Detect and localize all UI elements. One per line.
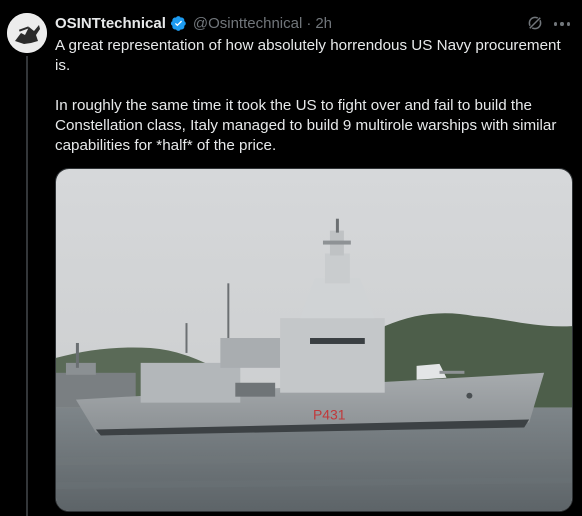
timestamp[interactable]: 2h [315, 15, 332, 32]
grok-icon[interactable] [526, 14, 544, 32]
avatar[interactable] [7, 13, 47, 53]
author-handle[interactable]: @Osinttechnical [193, 15, 302, 32]
hull-number: P431 [313, 407, 346, 423]
warship-photo: P431 [56, 169, 572, 511]
author-display-name[interactable]: OSINTtechnical [55, 15, 166, 32]
avatar-image [7, 13, 47, 53]
separator-dot: · [306, 14, 312, 32]
tweet-header: OSINTtechnical @Osinttechnical · 2h [55, 13, 332, 33]
thread-line [26, 56, 28, 516]
tweet-text: A great representation of how absolutely… [55, 37, 561, 154]
more-options-icon[interactable] [554, 22, 570, 26]
tweet-media-image[interactable]: P431 [55, 168, 573, 512]
verified-badge-icon [170, 15, 186, 31]
